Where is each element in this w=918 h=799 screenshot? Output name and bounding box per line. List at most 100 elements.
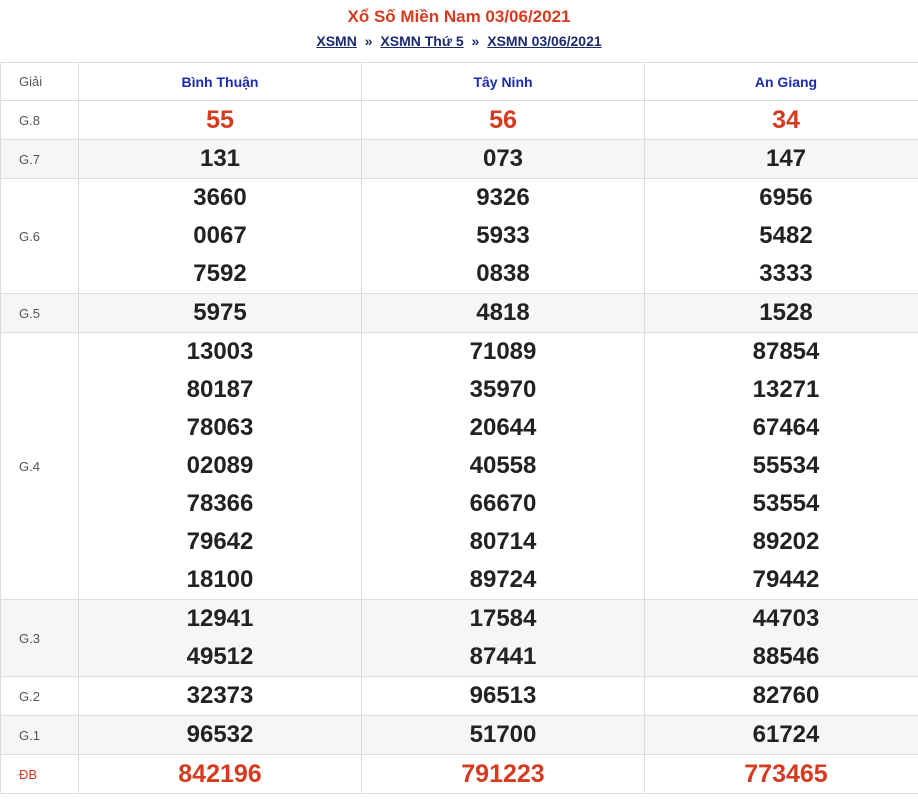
result-number: 87854 <box>752 338 820 365</box>
results-body: G.8 55 56 34 G.7 131 073 147 G.6 3660 0067 7592 9326… <box>0 100 918 794</box>
result-number: 49512 <box>186 643 254 670</box>
result-number: 61724 <box>752 721 820 748</box>
result-cell: 13003 80187 78063 02089 78366 79642 18100 <box>78 332 362 600</box>
table-row: ĐB 842196 791223 773465 <box>0 754 918 794</box>
province-header-binh-thuan: Bình Thuận <box>78 62 362 101</box>
result-number: 9326 <box>476 184 530 211</box>
result-number: 34 <box>772 106 800 134</box>
result-number: 18100 <box>186 566 254 593</box>
result-number: 53554 <box>752 490 820 517</box>
prize-label: G.3 <box>0 599 79 677</box>
result-cell: 51700 <box>361 715 645 755</box>
result-number: 131 <box>199 145 241 172</box>
result-number: 79442 <box>752 566 820 593</box>
result-number: 0838 <box>476 260 530 287</box>
result-number: 78366 <box>186 490 254 517</box>
result-cell: 56 <box>361 100 645 140</box>
result-number: 791223 <box>461 760 545 788</box>
result-cell: 61724 <box>644 715 918 755</box>
result-cell: 5975 <box>78 293 362 333</box>
result-number: 5975 <box>193 299 247 326</box>
result-number: 55 <box>206 106 234 134</box>
result-number: 32373 <box>186 682 254 709</box>
result-number: 87441 <box>469 643 537 670</box>
result-number: 12941 <box>186 605 254 632</box>
result-number: 3333 <box>759 260 813 287</box>
prize-label: ĐB <box>0 754 79 794</box>
table-row: G.7 131 073 147 <box>0 139 918 179</box>
result-cell: 6956 5482 3333 <box>644 178 918 294</box>
result-number: 5482 <box>759 222 813 249</box>
province-header-an-giang: An Giang <box>644 62 918 101</box>
page-header: Xổ Số Miền Nam 03/06/2021 XSMN » XSMN Th… <box>0 0 918 62</box>
result-number: 20644 <box>469 414 537 441</box>
prize-label: G.6 <box>0 178 79 294</box>
result-cell: 791223 <box>361 754 645 794</box>
result-number: 40558 <box>469 452 537 479</box>
result-number: 147 <box>765 145 807 172</box>
result-number: 71089 <box>469 338 537 365</box>
result-cell: 17584 87441 <box>361 599 645 677</box>
prize-label: G.8 <box>0 100 79 140</box>
result-cell: 55 <box>78 100 362 140</box>
prize-label: G.1 <box>0 715 79 755</box>
breadcrumb-link-xsmn-date[interactable]: XSMN 03/06/2021 <box>487 33 601 49</box>
result-number: 89724 <box>469 566 537 593</box>
result-number: 79642 <box>186 528 254 555</box>
result-cell: 32373 <box>78 676 362 716</box>
breadcrumb-separator: » <box>471 33 480 49</box>
result-number: 073 <box>482 145 524 172</box>
result-number: 78063 <box>186 414 254 441</box>
result-number: 55534 <box>752 452 820 479</box>
result-cell: 131 <box>78 139 362 179</box>
breadcrumb-separator: » <box>364 33 373 49</box>
result-cell: 147 <box>644 139 918 179</box>
table-row: G.5 5975 4818 1528 <box>0 293 918 333</box>
result-number: 44703 <box>752 605 820 632</box>
prize-label: G.5 <box>0 293 79 333</box>
result-cell: 073 <box>361 139 645 179</box>
result-cell: 773465 <box>644 754 918 794</box>
result-cell: 12941 49512 <box>78 599 362 677</box>
result-number: 89202 <box>752 528 820 555</box>
result-number: 0067 <box>193 222 247 249</box>
province-header-tay-ninh: Tây Ninh <box>361 62 645 101</box>
result-number: 6956 <box>759 184 813 211</box>
result-number: 80714 <box>469 528 537 555</box>
result-cell: 842196 <box>78 754 362 794</box>
result-cell: 34 <box>644 100 918 140</box>
result-number: 35970 <box>469 376 537 403</box>
result-number: 82760 <box>752 682 820 709</box>
result-number: 88546 <box>752 643 820 670</box>
prize-column-header: Giải <box>0 62 79 101</box>
result-number: 842196 <box>178 760 262 788</box>
result-cell: 3660 0067 7592 <box>78 178 362 294</box>
result-number: 96532 <box>186 721 254 748</box>
table-row: G.8 55 56 34 <box>0 100 918 140</box>
result-cell: 71089 35970 20644 40558 66670 80714 89724 <box>361 332 645 600</box>
result-number: 4818 <box>476 299 530 326</box>
result-number: 13003 <box>186 338 254 365</box>
results-table: Giải Bình Thuận Tây Ninh An Giang G.8 55 5… <box>0 62 918 794</box>
prize-label: G.7 <box>0 139 79 179</box>
result-cell: 4818 <box>361 293 645 333</box>
table-header-row: Giải Bình Thuận Tây Ninh An Giang <box>0 62 918 101</box>
result-number: 17584 <box>469 605 537 632</box>
result-number: 5933 <box>476 222 530 249</box>
breadcrumb-link-xsmn[interactable]: XSMN <box>316 33 356 49</box>
result-cell: 1528 <box>644 293 918 333</box>
result-number: 96513 <box>469 682 537 709</box>
table-row: G.3 12941 49512 17584 87441 44703 88546 <box>0 599 918 677</box>
result-cell: 44703 88546 <box>644 599 918 677</box>
result-number: 56 <box>489 106 517 134</box>
result-cell: 87854 13271 67464 55534 53554 89202 79442 <box>644 332 918 600</box>
result-number: 773465 <box>744 760 828 788</box>
result-number: 3660 <box>193 184 247 211</box>
result-number: 13271 <box>752 376 820 403</box>
breadcrumb-link-xsmn-thu-5[interactable]: XSMN Thứ 5 <box>380 33 463 49</box>
result-number: 80187 <box>186 376 254 403</box>
result-number: 02089 <box>186 452 254 479</box>
prize-label: G.2 <box>0 676 79 716</box>
table-row: G.1 96532 51700 61724 <box>0 715 918 755</box>
breadcrumb: XSMN » XSMN Thứ 5 » XSMN 03/06/2021 <box>0 33 918 49</box>
